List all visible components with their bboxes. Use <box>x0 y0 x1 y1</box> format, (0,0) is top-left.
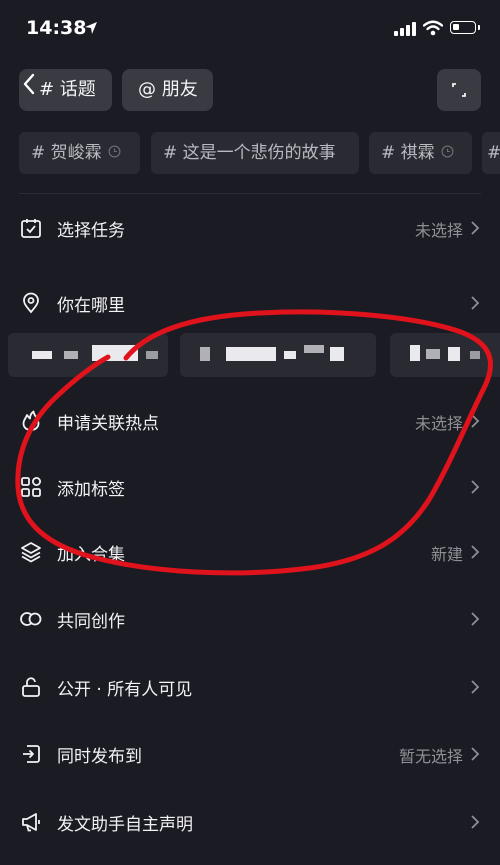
location-arrow-icon <box>85 22 97 34</box>
row-value: 未选择 <box>414 221 463 240</box>
friend-chip-label: @ 朋友 <box>138 79 198 100</box>
recent-tag[interactable]: # 贺峻霖 <box>19 132 140 174</box>
row-label: 共同创作 <box>57 612 125 632</box>
row-label: 申请关联热点 <box>57 414 159 434</box>
row-also-publish-to[interactable]: 同时发布到 暂无选择 <box>0 732 500 776</box>
location-suggestion-chip[interactable] <box>8 333 168 377</box>
expand-button[interactable] <box>437 69 481 111</box>
row-label: 你在哪里 <box>57 296 125 316</box>
expand-icon <box>452 83 466 97</box>
location-suggestion-chip[interactable] <box>180 333 376 377</box>
divider <box>19 193 481 194</box>
friend-chip[interactable]: @ 朋友 <box>122 69 213 111</box>
tags-grid-icon <box>21 477 41 497</box>
location-pin-icon <box>23 292 39 314</box>
row-label: 选择任务 <box>57 221 125 241</box>
recent-tag[interactable]: # 这是一个悲伤的故事 <box>151 132 359 174</box>
row-location[interactable]: 你在哪里 <box>0 281 500 325</box>
location-suggestion-chip[interactable] <box>390 333 500 377</box>
row-select-task[interactable]: 选择任务 未选择 <box>0 206 500 250</box>
co-create-icon <box>20 612 42 626</box>
row-add-tags[interactable]: 添加标签 <box>0 465 500 509</box>
chevron-right-icon <box>471 815 480 829</box>
row-add-to-collection[interactable]: 加入合集 新建 <box>0 530 500 574</box>
task-calendar-icon <box>21 219 41 238</box>
recent-tag[interactable]: # <box>482 132 500 174</box>
back-chevron-icon[interactable] <box>22 72 36 96</box>
row-value: 未选择 <box>414 414 463 433</box>
chevron-right-icon <box>471 612 480 626</box>
flame-icon <box>22 410 40 431</box>
chevron-right-icon <box>471 221 480 235</box>
battery-icon <box>450 21 480 34</box>
share-out-icon <box>23 745 40 763</box>
row-self-declaration[interactable]: 发文助手自主声明 <box>0 800 500 844</box>
chevron-right-icon <box>471 747 480 761</box>
cellular-signal-icon <box>394 22 416 36</box>
layers-icon <box>21 542 41 563</box>
wifi-icon <box>423 20 443 36</box>
clock-icon <box>441 145 454 158</box>
row-label: 公开 · 所有人可见 <box>57 680 193 700</box>
row-co-create[interactable]: 共同创作 <box>0 597 500 641</box>
status-time: 14:38 <box>26 17 87 39</box>
megaphone-icon <box>22 813 40 832</box>
chevron-right-icon <box>471 680 480 694</box>
recent-tag[interactable]: # 祺霖 <box>369 132 472 174</box>
chevron-right-icon <box>471 414 480 428</box>
row-label: 发文助手自主声明 <box>57 815 193 835</box>
status-bar: 14:38 <box>0 0 500 58</box>
row-hotspot[interactable]: 申请关联热点 未选择 <box>0 399 500 443</box>
chevron-right-icon <box>471 545 480 559</box>
chevron-right-icon <box>471 480 480 494</box>
row-visibility[interactable]: 公开 · 所有人可见 <box>0 665 500 709</box>
row-value: 暂无选择 <box>398 747 463 766</box>
clock-icon <box>108 145 121 158</box>
chevron-right-icon <box>471 296 480 310</box>
topic-chip-label: # 话题 <box>39 79 96 100</box>
row-label: 添加标签 <box>57 480 125 500</box>
row-label: 加入合集 <box>57 545 125 565</box>
row-label: 同时发布到 <box>57 747 142 767</box>
unlock-icon <box>22 677 40 697</box>
row-value: 新建 <box>430 545 463 564</box>
